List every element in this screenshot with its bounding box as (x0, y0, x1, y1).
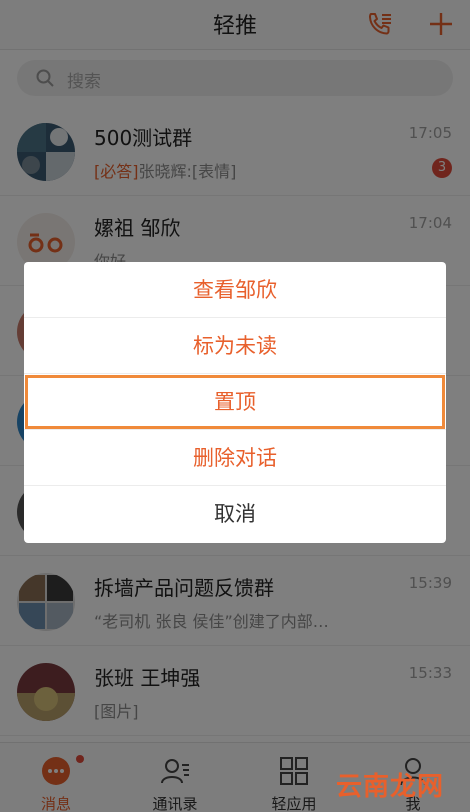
watermark-logo: 云南龙网 (336, 772, 445, 802)
pin-to-top-option[interactable]: 置顶 (24, 374, 446, 430)
view-contact-option[interactable]: 查看邹欣 (24, 262, 446, 318)
mark-unread-option[interactable]: 标为未读 (24, 318, 446, 374)
delete-chat-option[interactable]: 删除对话 (24, 430, 446, 486)
cancel-option[interactable]: 取消 (24, 486, 446, 542)
chat-context-menu: 查看邹欣 标为未读 置顶 删除对话 取消 (24, 262, 446, 543)
